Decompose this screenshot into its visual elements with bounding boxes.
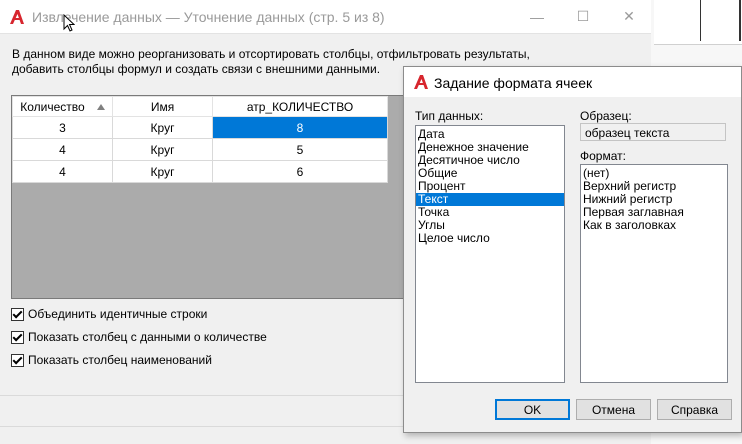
- data-type-list[interactable]: Дата Денежное значение Десятичное число …: [415, 125, 565, 383]
- minimize-icon: —: [530, 8, 544, 25]
- autocad-logo-icon: [10, 10, 24, 24]
- table-cell[interactable]: 6: [212, 160, 388, 183]
- list-item[interactable]: Целое число: [416, 232, 564, 245]
- description-line: В данном виде можно реорганизовать и отс…: [12, 47, 530, 61]
- merge-identical-rows-checkbox[interactable]: Объединить идентичные строки: [11, 307, 207, 321]
- list-item[interactable]: Как в заголовках: [581, 219, 727, 232]
- checkmark-icon[interactable]: [11, 330, 24, 344]
- format-dialog-title: Задание формата ячеек: [434, 75, 593, 91]
- autocad-logo-icon: [414, 75, 428, 89]
- mouse-cursor-icon: [63, 14, 75, 32]
- format-list[interactable]: (нет) Верхний регистр Нижний регистр Пер…: [580, 164, 728, 383]
- checkmark-icon[interactable]: [11, 307, 24, 321]
- main-titlebar[interactable]: Извлечение данных — Уточнение данных (ст…: [0, 0, 651, 34]
- ok-button[interactable]: OK: [495, 399, 570, 420]
- table-row[interactable]: 4 Круг 5: [12, 138, 388, 161]
- table-cell[interactable]: 3: [12, 116, 113, 139]
- background-divider: [700, 0, 701, 41]
- background-divider: [739, 0, 741, 41]
- maximize-button[interactable]: ☐: [560, 0, 606, 33]
- table-cell[interactable]: Круг: [112, 138, 213, 161]
- table-cell[interactable]: Круг: [112, 116, 213, 139]
- data-type-label: Тип данных:: [415, 109, 484, 123]
- checkbox-label: Показать столбец наименований: [28, 353, 212, 367]
- format-label: Формат:: [580, 149, 626, 163]
- background-window-panel: [654, 0, 742, 45]
- show-name-column-checkbox[interactable]: Показать столбец наименований: [11, 353, 212, 367]
- table-cell[interactable]: 4: [12, 160, 113, 183]
- sample-preview: образец текста: [580, 123, 726, 141]
- column-header-label: Имя: [150, 99, 175, 114]
- table-header-row: Количество Имя атр_КОЛИЧЕСТВО: [12, 96, 388, 117]
- show-count-column-checkbox[interactable]: Показать столбец с данными о количестве: [11, 330, 267, 344]
- table-cell[interactable]: 5: [212, 138, 388, 161]
- table-row[interactable]: 3 Круг 8: [12, 116, 388, 139]
- window-title: Извлечение данных — Уточнение данных (ст…: [32, 9, 385, 25]
- close-button[interactable]: ✕: [606, 0, 652, 33]
- cancel-button[interactable]: Отмена: [576, 399, 651, 420]
- close-icon: ✕: [623, 8, 635, 24]
- column-header-label: Количество: [20, 99, 85, 114]
- table-cell[interactable]: Круг: [112, 160, 213, 183]
- format-dialog-titlebar[interactable]: Задание формата ячеек: [404, 67, 741, 97]
- column-header-label: атр_КОЛИЧЕСТВО: [246, 99, 354, 114]
- data-grid[interactable]: Количество Имя атр_КОЛИЧЕСТВО 3 Круг 8 4…: [11, 95, 411, 299]
- minimize-button[interactable]: —: [514, 0, 560, 33]
- checkbox-label: Объединить идентичные строки: [28, 307, 208, 321]
- sample-label: Образец:: [580, 109, 632, 123]
- column-header-quantity[interactable]: Количество: [12, 96, 113, 117]
- checkbox-label: Показать столбец с данными о количестве: [28, 330, 267, 344]
- table-cell-selected[interactable]: 8: [212, 116, 388, 139]
- column-header-attr-quantity[interactable]: атр_КОЛИЧЕСТВО: [212, 96, 388, 117]
- data-table: Количество Имя атр_КОЛИЧЕСТВО 3 Круг 8 4…: [12, 96, 388, 183]
- table-cell[interactable]: 4: [12, 138, 113, 161]
- help-button[interactable]: Справка: [657, 399, 732, 420]
- maximize-icon: ☐: [576, 8, 590, 24]
- table-row[interactable]: 4 Круг 6: [12, 160, 388, 183]
- column-header-name[interactable]: Имя: [112, 96, 213, 117]
- checkmark-icon[interactable]: [11, 353, 24, 367]
- cell-format-dialog: Задание формата ячеек Тип данных: Дата Д…: [403, 66, 742, 433]
- sort-ascending-icon: [96, 104, 105, 111]
